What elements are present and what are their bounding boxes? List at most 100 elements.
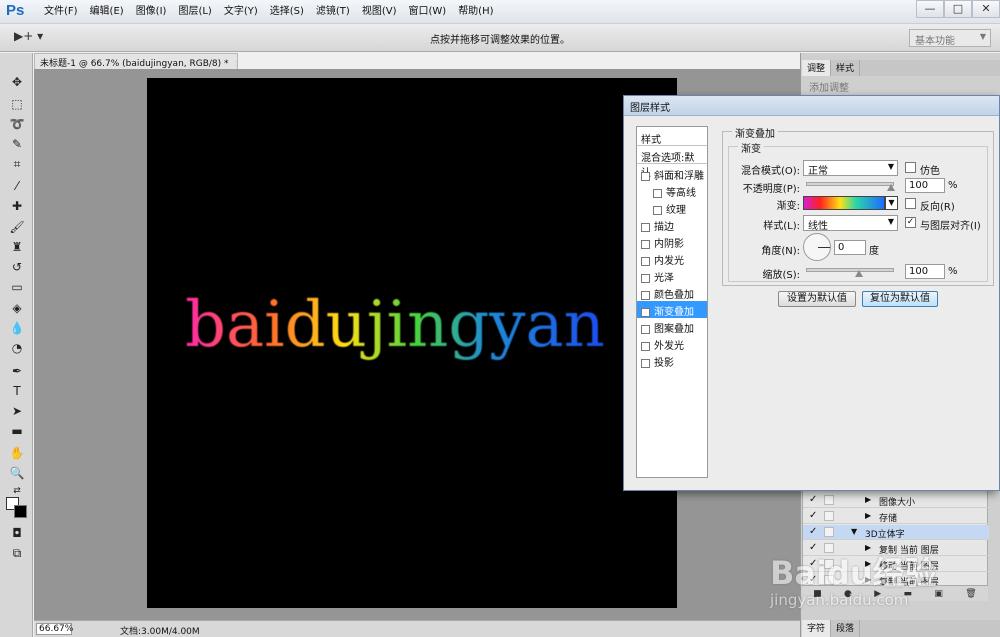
marquee-tool-icon[interactable]: ⬚ xyxy=(8,96,26,112)
angle-dial[interactable] xyxy=(803,233,831,261)
minimize-button[interactable]: — xyxy=(916,0,944,18)
rectangle-tool-icon[interactable]: ▬ xyxy=(8,423,26,439)
workspace-select[interactable]: 基本功能 ▼ xyxy=(909,29,991,47)
screen-mode-icon[interactable]: ⧉ xyxy=(8,545,26,561)
document-tab[interactable]: 未标题-1 @ 66.7% (baidujingyan, RGB/8) * × xyxy=(34,53,238,69)
quick-mask-icon[interactable]: ◘ xyxy=(8,525,26,541)
paint-bucket-tool-icon[interactable]: ◈ xyxy=(8,300,26,316)
maximize-button[interactable]: □ xyxy=(944,0,972,18)
angle-field[interactable]: 0 xyxy=(834,240,866,255)
lasso-tool-icon[interactable]: ➰ xyxy=(8,116,26,132)
effect-drop-shadow[interactable]: 投影 xyxy=(637,352,707,369)
menu-file[interactable]: 文件(F) xyxy=(38,0,84,24)
effect-gradient-overlay[interactable]: ✓ 渐变叠加 xyxy=(637,301,707,318)
menu-view[interactable]: 视图(V) xyxy=(356,0,403,24)
effect-outer-glow[interactable]: 外发光 xyxy=(637,335,707,352)
blur-tool-icon[interactable]: 💧 xyxy=(8,320,26,336)
dialog-toggle[interactable] xyxy=(824,511,834,521)
zoom-tool-icon[interactable]: 🔍 xyxy=(8,465,26,481)
tab-character[interactable]: 字符 xyxy=(802,620,832,637)
styles-list-header[interactable]: 样式 xyxy=(637,129,707,146)
hand-tool-icon[interactable]: ✋ xyxy=(8,445,26,461)
effect-contour[interactable]: 等高线 xyxy=(637,182,707,199)
effect-color-overlay[interactable]: 颜色叠加 xyxy=(637,284,707,301)
gradient-style-select[interactable]: 线性 ▼ xyxy=(803,215,898,232)
check-icon[interactable]: ✓ xyxy=(809,510,817,521)
menu-window[interactable]: 窗口(W) xyxy=(402,0,452,24)
menu-edit[interactable]: 编辑(E) xyxy=(84,0,130,24)
expand-icon[interactable]: ▶ xyxy=(865,511,871,520)
canvas[interactable]: baidujingyan xyxy=(147,78,677,608)
scale-field[interactable]: 100 xyxy=(905,264,945,279)
tab-styles[interactable]: 样式 xyxy=(831,60,861,76)
reset-default-button[interactable]: 复位为默认值 xyxy=(862,291,938,307)
dialog-toggle[interactable] xyxy=(824,495,834,505)
menu-help[interactable]: 帮助(H) xyxy=(452,0,499,24)
check-icon[interactable]: ✓ xyxy=(809,494,817,505)
type-tool-icon[interactable]: T xyxy=(8,383,26,399)
eyedropper-tool-icon[interactable]: ⁄ xyxy=(8,178,26,194)
expand-icon[interactable]: ▶ xyxy=(865,495,871,504)
make-default-button[interactable]: 设置为默认值 xyxy=(778,291,856,307)
checkbox[interactable] xyxy=(641,324,650,334)
zoom-level-field[interactable]: 66.67% xyxy=(36,623,73,635)
gradient-preview-swatch[interactable] xyxy=(803,196,885,210)
effect-pattern-overlay[interactable]: 图案叠加 xyxy=(637,318,707,335)
checkbox[interactable] xyxy=(641,341,650,351)
dodge-tool-icon[interactable]: ◔ xyxy=(8,340,26,356)
opacity-field[interactable]: 100 xyxy=(905,178,945,193)
menu-select[interactable]: 选择(S) xyxy=(264,0,310,24)
checkbox[interactable] xyxy=(653,188,662,198)
tab-paragraph[interactable]: 段落 xyxy=(831,620,861,637)
brush-tool-icon[interactable]: 🖌 xyxy=(8,219,26,235)
tab-adjustments[interactable]: 调整 xyxy=(802,60,832,76)
dither-checkbox[interactable] xyxy=(905,162,916,173)
collapse-icon[interactable]: ▼ xyxy=(851,527,857,536)
pen-tool-icon[interactable]: ✒ xyxy=(8,363,26,379)
effect-texture[interactable]: 纹理 xyxy=(637,199,707,216)
checkbox[interactable] xyxy=(641,239,650,249)
stamp-tool-icon[interactable]: ♜ xyxy=(8,239,26,255)
effect-stroke[interactable]: 描边 xyxy=(637,216,707,233)
menu-layer[interactable]: 图层(L) xyxy=(172,0,217,24)
checkbox-checked[interactable]: ✓ xyxy=(641,307,650,317)
effect-inner-shadow[interactable]: 内阴影 xyxy=(637,233,707,250)
menu-type[interactable]: 文字(Y) xyxy=(218,0,264,24)
menu-filter[interactable]: 滤镜(T) xyxy=(310,0,356,24)
checkbox[interactable] xyxy=(641,290,650,300)
blend-mode-select[interactable]: 正常 ▼ xyxy=(803,160,898,177)
effect-satin[interactable]: 光泽 xyxy=(637,267,707,284)
eraser-tool-icon[interactable]: ▭ xyxy=(8,279,26,295)
action-row-selected[interactable]: ✓ ▼ 3D立体字 xyxy=(803,525,989,540)
action-row[interactable]: ✓ ▶ 存储 xyxy=(803,509,989,524)
scale-slider-handle[interactable] xyxy=(855,270,863,277)
effect-bevel-emboss[interactable]: 斜面和浮雕 xyxy=(637,165,707,182)
quick-select-tool-icon[interactable]: ✎ xyxy=(8,136,26,152)
crop-tool-icon[interactable]: ⌗ xyxy=(8,156,26,172)
align-with-layer-checkbox[interactable]: ✓ xyxy=(905,217,916,228)
document-info[interactable]: 文档:3.00M/4.00M xyxy=(120,624,200,637)
dialog-title[interactable]: 图层样式 xyxy=(624,96,999,116)
opacity-slider[interactable] xyxy=(806,182,894,186)
checkbox[interactable] xyxy=(653,205,662,215)
close-tab-icon[interactable]: × xyxy=(235,59,237,69)
gradient-picker-arrow[interactable]: ▼ xyxy=(885,196,898,210)
checkbox[interactable] xyxy=(641,358,650,368)
background-color-swatch[interactable] xyxy=(14,505,27,518)
checkbox[interactable] xyxy=(641,273,650,283)
healing-brush-tool-icon[interactable]: ✚ xyxy=(8,198,26,214)
checkbox[interactable] xyxy=(641,171,650,181)
close-button[interactable]: ✕ xyxy=(972,0,1000,18)
action-row[interactable]: ✓ ▶ 图像大小 xyxy=(803,493,989,508)
blending-options-item[interactable]: 混合选项:默认 xyxy=(637,147,707,179)
scale-slider[interactable] xyxy=(806,268,894,272)
path-select-tool-icon[interactable]: ➤ xyxy=(8,403,26,419)
opacity-slider-handle[interactable] xyxy=(887,184,895,191)
reverse-checkbox[interactable] xyxy=(905,198,916,209)
effect-inner-glow[interactable]: 内发光 xyxy=(637,250,707,267)
history-brush-tool-icon[interactable]: ↺ xyxy=(8,259,26,275)
dialog-toggle[interactable] xyxy=(824,527,834,537)
move-tool-icon[interactable]: ✥ xyxy=(8,74,26,90)
check-icon[interactable]: ✓ xyxy=(809,526,817,537)
menu-image[interactable]: 图像(I) xyxy=(130,0,173,24)
